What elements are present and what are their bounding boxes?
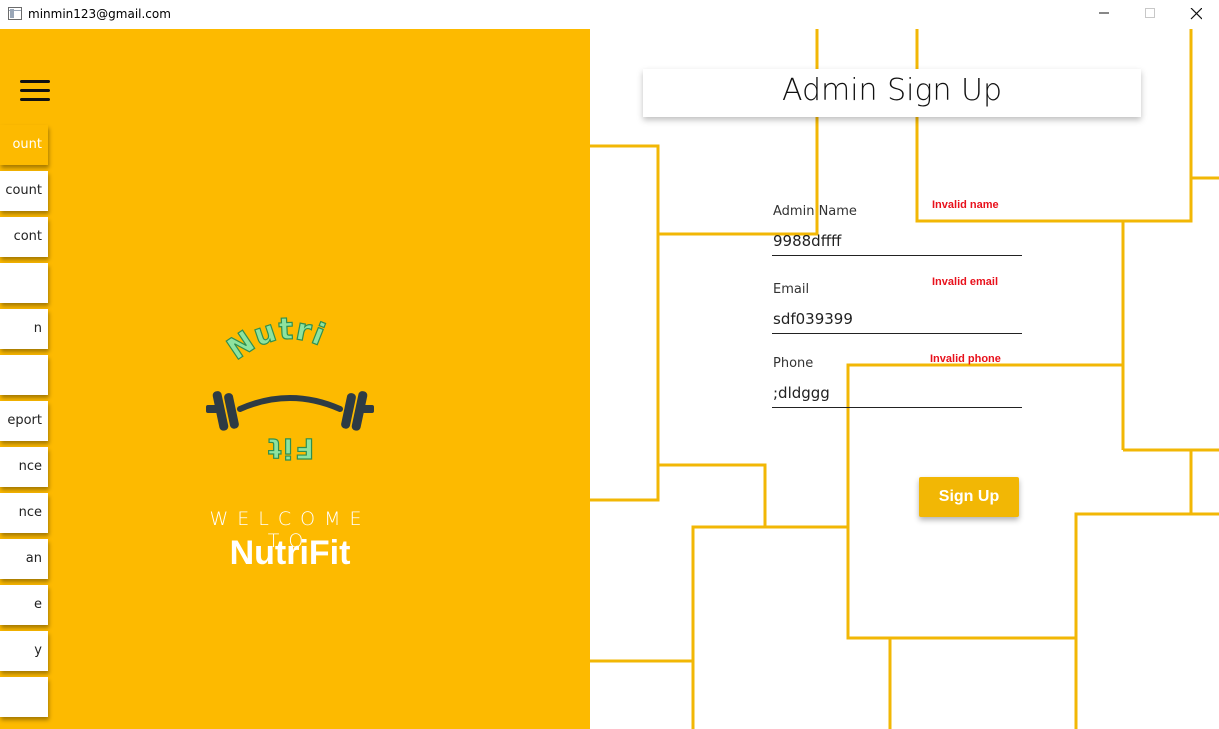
logo-top-text: Nutri xyxy=(221,312,330,368)
minimize-icon xyxy=(1099,12,1109,14)
hamburger-menu-icon[interactable] xyxy=(20,80,50,101)
nutrifit-logo: Nutri Fit xyxy=(206,311,374,466)
title-bar: minmin123@gmail.com xyxy=(0,0,1219,29)
email-label: Email xyxy=(773,282,810,297)
sidebar-item[interactable] xyxy=(0,355,48,395)
logo-bottom-text: Fit xyxy=(266,432,314,465)
phone-error: Invalid phone xyxy=(930,353,1001,365)
maximize-button[interactable] xyxy=(1127,0,1173,29)
app-icon xyxy=(8,7,22,20)
phone-input[interactable] xyxy=(772,378,1022,408)
minimize-button[interactable] xyxy=(1081,0,1127,29)
signup-panel: Admin Sign Up Admin Name Invalid name Em… xyxy=(590,29,1219,729)
sidebar-item[interactable]: nce xyxy=(0,447,48,487)
sidebar-item[interactable]: n xyxy=(0,309,48,349)
sidebar-item[interactable]: y xyxy=(0,631,48,671)
admin-name-label: Admin Name xyxy=(773,204,857,219)
maximize-icon xyxy=(1145,8,1155,18)
close-button[interactable] xyxy=(1173,0,1219,29)
window-title: minmin123@gmail.com xyxy=(28,7,171,21)
close-icon xyxy=(1190,8,1202,20)
page-title: Admin Sign Up xyxy=(643,69,1141,117)
sidebar-item[interactable]: e xyxy=(0,585,48,625)
welcome-panel: ount count cont n eport nce nce an e y N… xyxy=(0,29,590,729)
sidebar-item[interactable]: nce xyxy=(0,493,48,533)
sidebar-item[interactable]: cont xyxy=(0,217,48,257)
phone-label: Phone xyxy=(773,356,814,371)
email-input[interactable] xyxy=(772,304,1022,334)
sidebar-item[interactable] xyxy=(0,263,48,303)
admin-name-input[interactable] xyxy=(772,226,1022,256)
name-error: Invalid name xyxy=(932,199,999,211)
sidebar-item[interactable]: count xyxy=(0,171,48,211)
sidebar-item[interactable]: an xyxy=(0,539,48,579)
email-error: Invalid email xyxy=(932,276,999,288)
sidebar-item[interactable]: eport xyxy=(0,401,48,441)
sidebar-item[interactable] xyxy=(0,677,48,717)
brand-name: NutriFit xyxy=(229,534,351,572)
sign-up-button[interactable]: Sign Up xyxy=(919,477,1019,517)
sidebar-item[interactable]: ount xyxy=(0,125,48,165)
